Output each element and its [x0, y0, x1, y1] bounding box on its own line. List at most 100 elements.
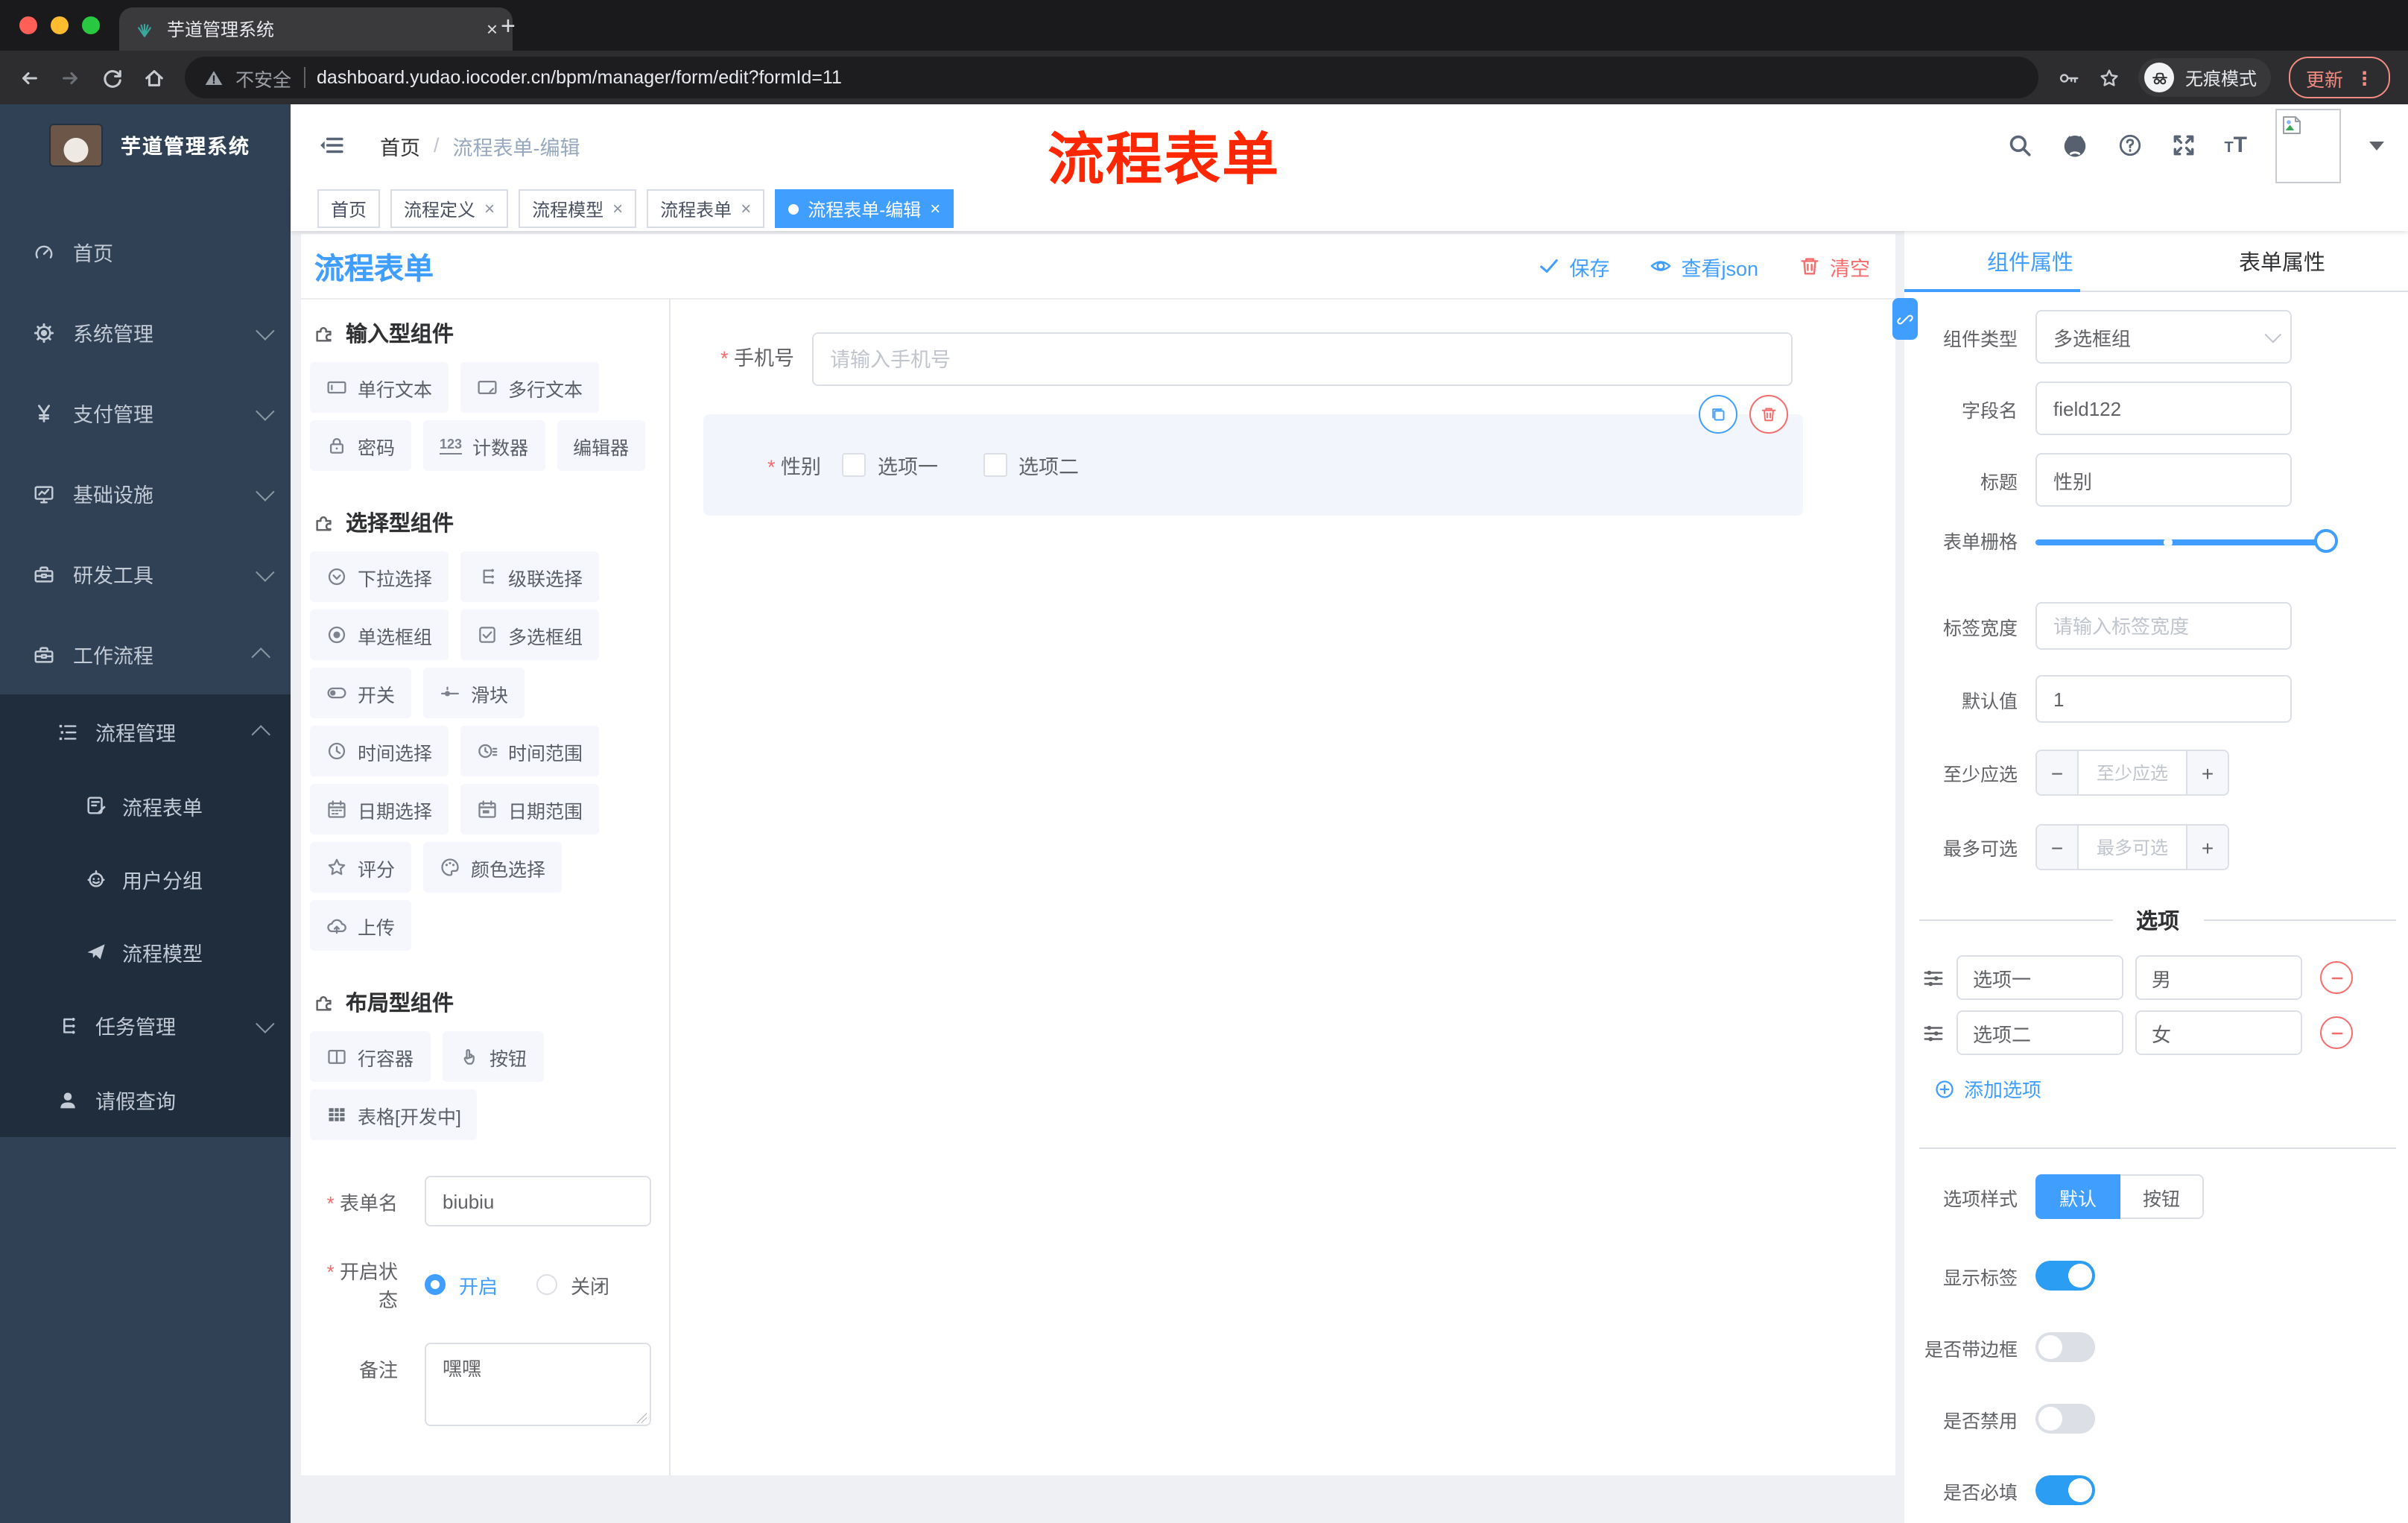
- default-value-input[interactable]: [2035, 675, 2292, 723]
- palette-item-single-line-text[interactable]: 单行文本: [310, 362, 449, 413]
- close-window-button[interactable]: [19, 16, 37, 34]
- sidebar-item-system[interactable]: 系统管理: [0, 292, 291, 373]
- help-icon[interactable]: [2117, 133, 2142, 158]
- maximize-window-button[interactable]: [82, 16, 100, 34]
- palette-item-select[interactable]: 下拉选择: [310, 551, 449, 602]
- palette-item-checkbox-group[interactable]: 多选框组: [460, 609, 600, 660]
- tag-process-definition[interactable]: 流程定义: [390, 189, 509, 228]
- minimize-window-button[interactable]: [51, 16, 69, 34]
- option-value-input[interactable]: [2135, 955, 2302, 1000]
- password-key-icon[interactable]: [2059, 66, 2081, 89]
- github-icon[interactable]: [2060, 131, 2088, 159]
- sidebar-item-workflow[interactable]: 工作流程: [0, 614, 291, 694]
- url-text[interactable]: dashboard.yudao.iocoder.cn/bpm/manager/f…: [317, 67, 842, 88]
- form-canvas[interactable]: 手机号 性别 选项一 选项二: [672, 300, 1895, 1475]
- field-name-input[interactable]: [2035, 381, 2292, 435]
- canvas-field-phone[interactable]: 手机号: [672, 332, 1895, 386]
- palette-item-radio-group[interactable]: 单选框组: [310, 609, 449, 660]
- palette-item-multi-line-text[interactable]: 多行文本: [460, 362, 600, 413]
- tag-close-icon[interactable]: [484, 198, 495, 219]
- back-icon[interactable]: [18, 66, 40, 89]
- palette-item-time-picker[interactable]: 时间选择: [310, 726, 449, 776]
- palette-item-date-range[interactable]: 日期范围: [460, 784, 600, 835]
- phone-field-input[interactable]: [812, 332, 1793, 386]
- stepper-decrease-button[interactable]: [2037, 751, 2079, 794]
- avatar-broken-image[interactable]: [2275, 108, 2341, 183]
- breadcrumb-home[interactable]: 首页: [380, 130, 420, 160]
- stepper-increase-button[interactable]: [2186, 826, 2228, 869]
- style-button-button[interactable]: 按钮: [2120, 1174, 2205, 1219]
- new-tab-button[interactable]: [501, 12, 516, 42]
- canvas-field-gender-selected[interactable]: 性别 选项一 选项二: [703, 395, 1803, 516]
- stepper-increase-button[interactable]: [2186, 751, 2228, 794]
- drag-handle-icon[interactable]: [1922, 1022, 1945, 1044]
- fullscreen-icon[interactable]: [2170, 133, 2196, 158]
- component-type-select[interactable]: 多选框组: [2035, 310, 2292, 364]
- checkbox-icon[interactable]: [983, 453, 1007, 477]
- palette-item-color-picker[interactable]: 颜色选择: [423, 842, 563, 893]
- remove-option-button[interactable]: [2320, 961, 2353, 994]
- palette-item-row-container[interactable]: 行容器: [310, 1031, 431, 1082]
- sidebar-item-user-group[interactable]: 用户分组: [0, 842, 291, 915]
- form-name-input[interactable]: [425, 1176, 651, 1226]
- tag-close-icon[interactable]: [930, 198, 940, 219]
- remove-option-button[interactable]: [2320, 1016, 2353, 1049]
- reload-icon[interactable]: [101, 66, 124, 89]
- palette-item-date-picker[interactable]: 日期选择: [310, 784, 449, 835]
- border-switch[interactable]: [2035, 1332, 2095, 1362]
- form-grid-slider[interactable]: [2035, 528, 2338, 552]
- option-value-input[interactable]: [2135, 1010, 2302, 1055]
- avatar-dropdown-caret-icon[interactable]: [2369, 141, 2384, 150]
- palette-item-switch[interactable]: 开关: [310, 668, 412, 718]
- sidebar-item-leave-query[interactable]: 请假查询: [0, 1063, 291, 1137]
- show-label-switch[interactable]: [2035, 1261, 2095, 1291]
- sidebar-item-process-management[interactable]: 流程管理: [0, 694, 291, 769]
- tag-process-form-edit[interactable]: 流程表单-编辑: [775, 189, 954, 228]
- palette-item-time-range[interactable]: 时间范围: [460, 726, 600, 776]
- not-secure-warning-icon[interactable]: [204, 68, 224, 87]
- option-label-input[interactable]: [1956, 1010, 2123, 1055]
- tab-component-props[interactable]: 组件属性: [1904, 231, 2156, 291]
- sidebar-item-infra[interactable]: 基础设施: [0, 453, 291, 533]
- option-label-input[interactable]: [1956, 955, 2123, 1000]
- required-switch[interactable]: [2035, 1475, 2095, 1505]
- drag-handle-icon[interactable]: [1922, 966, 1945, 989]
- save-button[interactable]: 保存: [1538, 251, 1609, 281]
- url-bar[interactable]: 不安全 dashboard.yudao.iocoder.cn/bpm/manag…: [185, 57, 2039, 98]
- sidebar-item-process-form[interactable]: 流程表单: [0, 769, 291, 842]
- update-button[interactable]: 更新: [2289, 57, 2390, 98]
- clear-button[interactable]: 清空: [1799, 251, 1870, 281]
- tag-home[interactable]: 首页: [317, 189, 381, 228]
- stepper-decrease-button[interactable]: [2037, 826, 2079, 869]
- tab-close-icon[interactable]: [487, 18, 498, 40]
- label-width-input[interactable]: [2035, 602, 2292, 650]
- gender-option-2[interactable]: 选项二: [983, 450, 1079, 480]
- palette-item-button[interactable]: 按钮: [442, 1031, 544, 1082]
- search-icon[interactable]: [2006, 133, 2032, 158]
- form-remark-textarea[interactable]: 嘿嘿: [425, 1343, 651, 1426]
- home-icon[interactable]: [143, 66, 165, 89]
- checkbox-icon[interactable]: [842, 453, 866, 477]
- palette-item-upload[interactable]: 上传: [310, 900, 412, 951]
- tag-close-icon[interactable]: [741, 198, 751, 219]
- tag-process-model[interactable]: 流程模型: [519, 189, 637, 228]
- forward-icon[interactable]: [60, 66, 82, 89]
- tab-form-props[interactable]: 表单属性: [2156, 231, 2408, 291]
- palette-item-rate[interactable]: 评分: [310, 842, 412, 893]
- add-option-button[interactable]: 添加选项: [1934, 1074, 2408, 1103]
- disabled-switch[interactable]: [2035, 1404, 2095, 1434]
- sidebar-item-task-management[interactable]: 任务管理: [0, 988, 291, 1063]
- title-input[interactable]: [2035, 453, 2292, 507]
- view-json-button[interactable]: 查看json: [1650, 251, 1758, 281]
- browser-menu-icon[interactable]: [2355, 66, 2374, 89]
- gender-option-1[interactable]: 选项一: [842, 450, 938, 480]
- delete-field-button[interactable]: [1749, 395, 1788, 434]
- font-size-icon[interactable]: [2224, 134, 2247, 156]
- max-select-input[interactable]: [2079, 826, 2186, 869]
- sidebar-item-home[interactable]: 首页: [0, 212, 291, 292]
- tag-process-form[interactable]: 流程表单: [647, 189, 765, 228]
- min-select-input[interactable]: [2079, 751, 2186, 794]
- bookmark-star-icon[interactable]: [2099, 66, 2121, 89]
- window-controls[interactable]: [19, 16, 100, 34]
- tag-close-icon[interactable]: [612, 198, 623, 219]
